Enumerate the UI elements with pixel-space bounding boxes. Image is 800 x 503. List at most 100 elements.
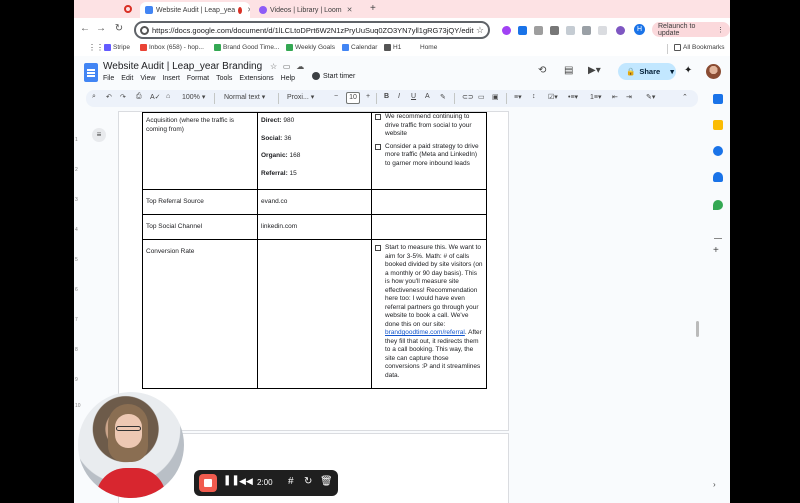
table-cell-value[interactable]: evand.co	[257, 189, 372, 215]
comment-icon[interactable]: ▭	[478, 93, 485, 101]
profile-avatar[interactable]: H	[634, 24, 645, 35]
webcam-bubble[interactable]	[78, 392, 184, 498]
meet-icon[interactable]: ▶▾	[588, 65, 601, 76]
docs-logo-icon[interactable]	[84, 63, 98, 82]
decrease-font-icon[interactable]: −	[334, 93, 338, 100]
add-ons-icon[interactable]: +	[713, 245, 719, 256]
outdent-icon[interactable]: ⇥	[626, 93, 632, 101]
increase-font-icon[interactable]: +	[366, 93, 370, 100]
font-select[interactable]: Proxi... ▾	[287, 93, 314, 101]
bookmark-star-icon[interactable]: ☆	[476, 25, 484, 36]
table-cell-label[interactable]: Acquisition (where the traffic is coming…	[142, 112, 258, 190]
text-color-icon[interactable]: A	[425, 93, 430, 100]
align-icon[interactable]: ≡▾	[514, 93, 522, 101]
url-bar[interactable]: https://docs.google.com/document/d/1lLCL…	[134, 21, 490, 39]
star-icon[interactable]: ☆	[270, 62, 277, 71]
trash-icon[interactable]: 🗑	[320, 476, 333, 487]
collapse-menus-icon[interactable]: ⌃	[682, 93, 688, 101]
close-tab-icon[interactable]: ✕	[347, 6, 353, 14]
extension-icon[interactable]	[518, 26, 527, 35]
relaunch-button[interactable]: Relaunch to update ⋮	[652, 22, 730, 37]
extension-icon[interactable]	[502, 26, 511, 35]
new-tab-icon[interactable]: +	[370, 3, 376, 14]
forward-icon[interactable]: →	[94, 23, 108, 34]
profile-avatar[interactable]	[616, 26, 625, 35]
grid-icon[interactable]: #	[288, 476, 294, 487]
checkbox[interactable]	[375, 143, 381, 150]
close-tab-icon[interactable]: ✕	[247, 6, 250, 14]
table-cell-value[interactable]	[257, 239, 372, 389]
italic-icon[interactable]: I	[398, 93, 400, 100]
undo-icon[interactable]: ↶	[106, 93, 112, 101]
maps-icon[interactable]	[713, 200, 723, 210]
extensions-puzzle-icon[interactable]	[582, 26, 591, 35]
tab-website-audit[interactable]: Website Audit | Leap_yea ✕	[140, 2, 250, 18]
move-folder-icon[interactable]: ▭	[283, 62, 291, 71]
version-history-icon[interactable]: ⟲	[538, 65, 546, 76]
reload-icon[interactable]: ↻	[112, 23, 126, 34]
share-button[interactable]: 🔒 Share ▾	[618, 63, 676, 80]
extension-icon[interactable]	[534, 26, 543, 35]
bookmark-item[interactable]: Brand Good Time...	[214, 44, 279, 51]
print-icon[interactable]: ⎙	[136, 93, 142, 101]
bookmark-item[interactable]: Calendar	[342, 44, 377, 51]
document-title[interactable]: Website Audit | Leap_year Branding ☆ ▭ ☁	[103, 61, 304, 72]
sidebar-toggle-icon[interactable]	[598, 26, 607, 35]
menu-edit[interactable]: Edit	[121, 75, 133, 82]
menu-view[interactable]: View	[140, 75, 155, 82]
redo-icon[interactable]: ↷	[120, 93, 126, 101]
restart-icon[interactable]: ↻	[304, 476, 312, 487]
pause-icon[interactable]: ❚❚	[223, 475, 240, 486]
highlight-icon[interactable]: ✎	[440, 93, 446, 101]
zoom-select[interactable]: 100% ▾	[182, 93, 205, 101]
back-icon[interactable]: ←	[78, 23, 92, 34]
bookmark-item[interactable]: Weekly Goals	[286, 44, 335, 51]
bulleted-list-icon[interactable]: •≡▾	[568, 93, 578, 101]
checkbox[interactable]	[375, 114, 381, 120]
chevron-down-icon[interactable]: ▾	[670, 67, 674, 76]
underline-icon[interactable]: U	[411, 93, 416, 100]
document-outline-icon[interactable]: ≡	[92, 128, 106, 142]
indent-icon[interactable]: ⇤	[612, 93, 618, 101]
avatar[interactable]	[706, 64, 721, 79]
table-cell-notes[interactable]	[371, 214, 487, 240]
table-cell-notes[interactable]: We recommend continuing to drive traffic…	[371, 112, 487, 190]
table-cell-label[interactable]: Top Social Channel	[142, 214, 258, 240]
menu-extensions[interactable]: Extensions	[239, 75, 273, 82]
gemini-icon[interactable]: ✦	[684, 65, 692, 76]
hide-panel-icon[interactable]: ›	[713, 480, 716, 489]
link-icon[interactable]: ⊂⊃	[462, 93, 474, 101]
scrollbar-thumb[interactable]	[696, 321, 699, 337]
rewind-icon[interactable]: ◀◀	[239, 476, 253, 487]
tasks-icon[interactable]	[713, 146, 723, 156]
font-size-input[interactable]: 10	[346, 92, 360, 104]
numbered-list-icon[interactable]: 1≡▾	[590, 93, 602, 101]
image-icon[interactable]: ▣	[492, 93, 499, 101]
editing-mode-icon[interactable]: ✎▾	[646, 93, 655, 101]
start-timer-button[interactable]: Start timer	[312, 72, 355, 80]
site-info-icon[interactable]	[140, 26, 149, 35]
table-cell-label[interactable]: Conversion Rate	[142, 239, 258, 389]
bookmark-item[interactable]: Home	[420, 44, 437, 51]
keep-icon[interactable]	[713, 120, 723, 130]
referral-link[interactable]: brandgoodtime.com/referral	[385, 329, 465, 336]
comments-icon[interactable]: ▤	[564, 65, 573, 76]
spellcheck-icon[interactable]: A✓	[150, 93, 161, 101]
tab-loom-library[interactable]: Videos | Library | Loom ✕	[254, 2, 364, 18]
checklist-icon[interactable]: ☑▾	[548, 93, 558, 101]
apps-grid-icon[interactable]: ⋮⋮	[88, 43, 104, 52]
calendar-icon[interactable]	[713, 94, 723, 104]
extension-icon[interactable]	[550, 26, 559, 35]
bookmark-item[interactable]: Stripe	[104, 44, 130, 51]
table-cell-value[interactable]: linkedin.com	[257, 214, 372, 240]
bookmark-item[interactable]: Inbox (658) - hop...	[140, 44, 204, 51]
extension-icon[interactable]	[566, 26, 575, 35]
bold-icon[interactable]: B	[384, 93, 389, 100]
cloud-status-icon[interactable]: ☁	[296, 62, 304, 71]
table-cell-label[interactable]: Top Referral Source	[142, 189, 258, 215]
table-cell-notes[interactable]: Start to measure this. We want to aim fo…	[371, 239, 487, 389]
menu-format[interactable]: Format	[187, 75, 209, 82]
style-select[interactable]: Normal text ▾	[224, 93, 265, 101]
contacts-icon[interactable]	[713, 172, 723, 182]
table-cell-value[interactable]: Direct: 980 Social: 36 Organic: 168 Refe…	[257, 112, 372, 190]
